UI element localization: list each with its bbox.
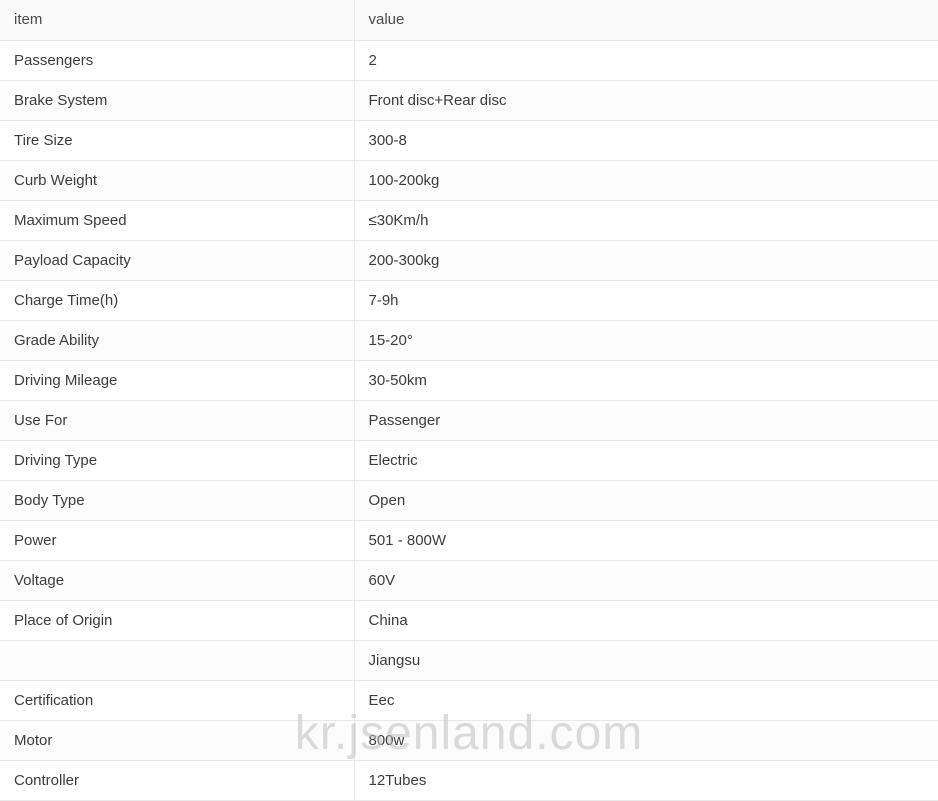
spec-item-label: Maximum Speed	[0, 200, 355, 241]
spec-item-value: 501 - 800W	[354, 520, 938, 561]
spec-item-label: Voltage	[0, 560, 355, 601]
table-row: Controller 12Tubes	[0, 760, 938, 801]
table-row: Power 501 - 800W	[0, 520, 938, 561]
table-row: Grade Ability 15-20°	[0, 320, 938, 361]
spec-item-label: Driving Mileage	[0, 360, 355, 401]
table-row: Payload Capacity 200-300kg	[0, 240, 938, 281]
spec-item-label: Motor	[0, 720, 355, 761]
table-header-row: item value	[0, 0, 938, 41]
column-header-item: item	[0, 0, 355, 41]
spec-item-value: Jiangsu	[354, 640, 938, 681]
spec-item-value: 2	[354, 40, 938, 81]
table-row: Brake System Front disc+Rear disc	[0, 80, 938, 121]
spec-item-label: Power	[0, 520, 355, 561]
table-row: Motor 800w	[0, 720, 938, 761]
table-header: item value	[0, 0, 938, 41]
spec-item-label: Use For	[0, 400, 355, 441]
spec-item-label: Passengers	[0, 40, 355, 81]
table-row: Use For Passenger	[0, 400, 938, 441]
spec-item-label: Grade Ability	[0, 320, 355, 361]
spec-item-label: Controller	[0, 760, 355, 801]
spec-item-value: 30-50km	[354, 360, 938, 401]
spec-item-label: Brake System	[0, 80, 355, 121]
spec-item-label: Charge Time(h)	[0, 280, 355, 321]
spec-item-value: 15-20°	[354, 320, 938, 361]
spec-item-value: 60V	[354, 560, 938, 601]
spec-item-label: Certification	[0, 680, 355, 721]
spec-item-value: 7-9h	[354, 280, 938, 321]
table-row: Certification Eec	[0, 680, 938, 721]
spec-item-value: ≤30Km/h	[354, 200, 938, 241]
table-row: Driving Type Electric	[0, 440, 938, 481]
spec-item-label: Body Type	[0, 480, 355, 521]
spec-item-value: 12Tubes	[354, 760, 938, 801]
table-body: Passengers 2 Brake System Front disc+Rear d…	[0, 40, 938, 801]
spec-item-value: 100-200kg	[354, 160, 938, 201]
table-row: Curb Weight 100-200kg	[0, 160, 938, 201]
spec-item-label: Curb Weight	[0, 160, 355, 201]
table-row: Body Type Open	[0, 480, 938, 521]
spec-item-value: Eec	[354, 680, 938, 721]
spec-item-value: Open	[354, 480, 938, 521]
spec-item-value: 300-8	[354, 120, 938, 161]
table-row: Passengers 2	[0, 40, 938, 81]
spec-item-value: 200-300kg	[354, 240, 938, 281]
table-row: Driving Mileage 30-50km	[0, 360, 938, 401]
spec-item-label: Payload Capacity	[0, 240, 355, 281]
table-row: Maximum Speed ≤30Km/h	[0, 200, 938, 241]
spec-item-value: Passenger	[354, 400, 938, 441]
spec-item-label: Driving Type	[0, 440, 355, 481]
table-row: Charge Time(h) 7-9h	[0, 280, 938, 321]
spec-item-label: Place of Origin	[0, 600, 355, 641]
table-row: Place of Origin China	[0, 600, 938, 641]
column-header-value: value	[354, 0, 938, 41]
table-row: Jiangsu	[0, 640, 938, 681]
spec-item-value: Electric	[354, 440, 938, 481]
spec-item-value: Front disc+Rear disc	[354, 80, 938, 121]
specifications-table: item value Passengers 2 Brake System Front …	[0, 0, 938, 801]
table-row: Voltage 60V	[0, 560, 938, 601]
spec-item-value: 800w	[354, 720, 938, 761]
spec-item-label: Tire Size	[0, 120, 355, 161]
spec-item-label	[0, 640, 355, 681]
spec-item-value: China	[354, 600, 938, 641]
table-row: Tire Size 300-8	[0, 120, 938, 161]
